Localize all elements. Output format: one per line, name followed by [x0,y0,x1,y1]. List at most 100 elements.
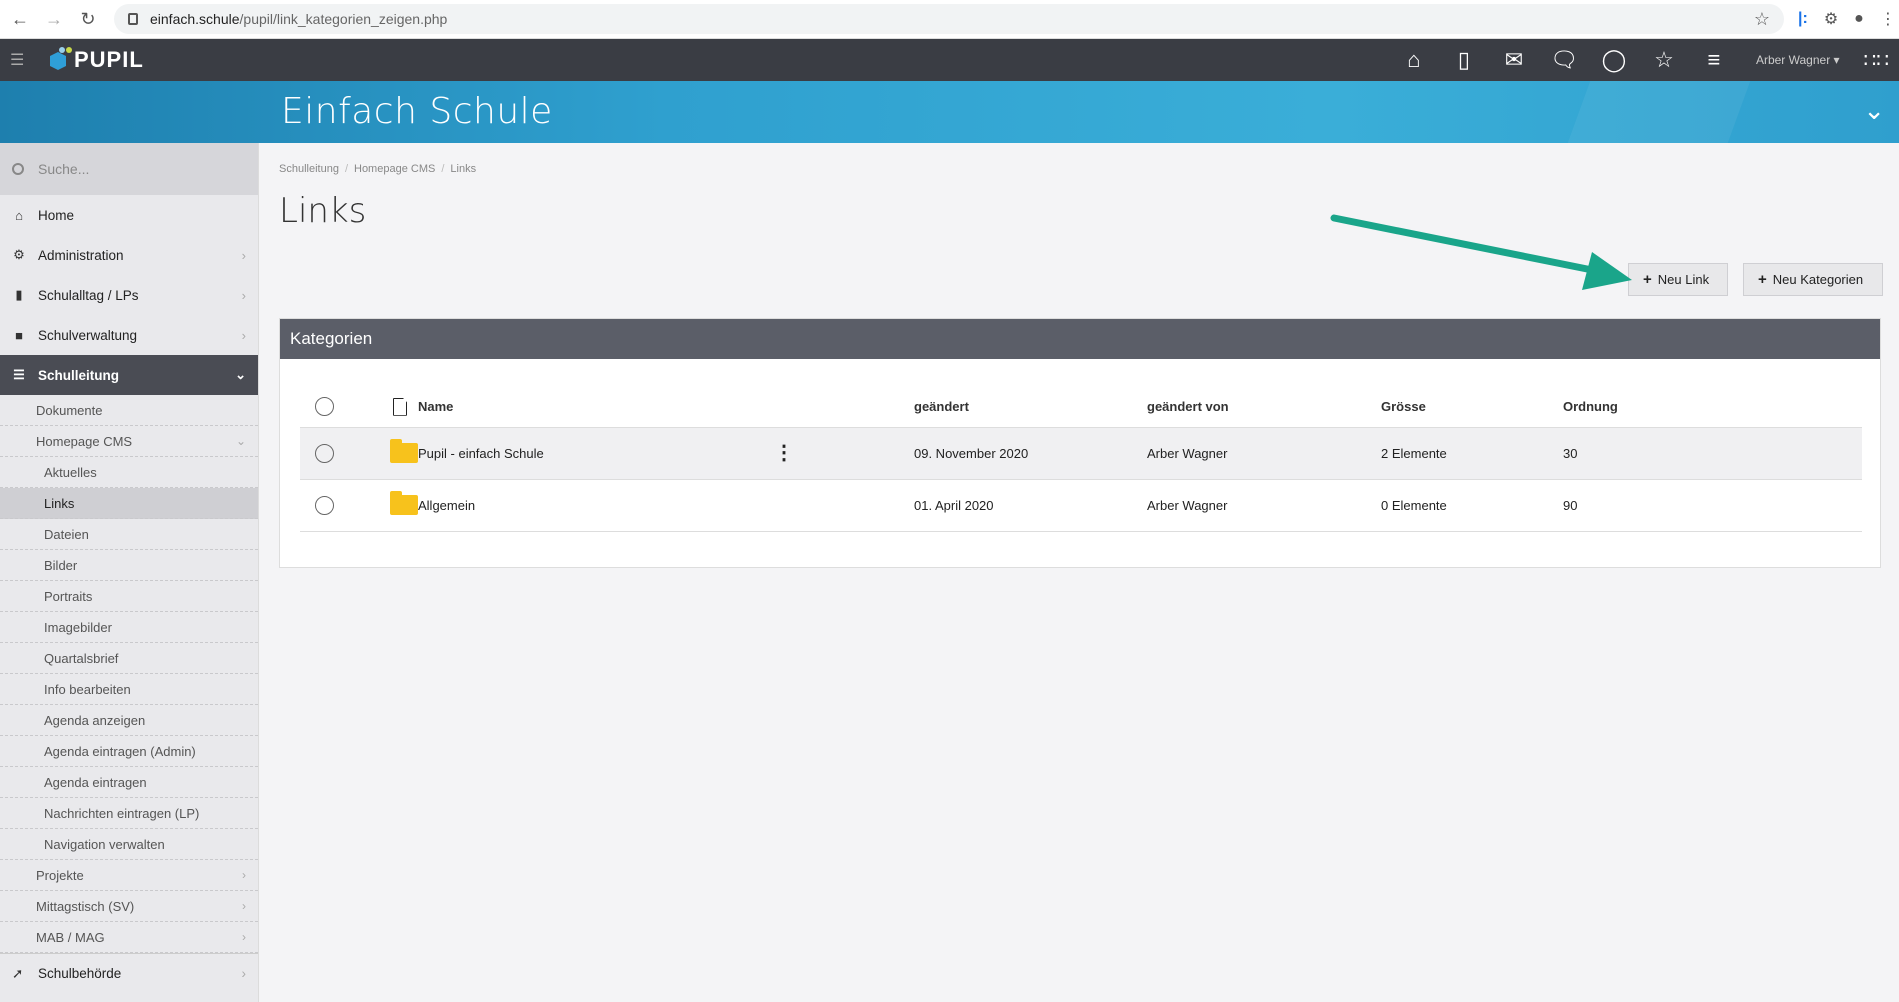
sidebar-cms-label: Portraits [44,588,93,604]
sidebar-cms-label: Dateien [44,526,89,542]
sidebar-cms-navigation[interactable]: Navigation verwalten [0,829,258,860]
cogs-icon: ⚙ [13,247,25,262]
puzzle-icon[interactable]: ⚙ [1824,9,1838,29]
forward-icon[interactable]: → [40,5,68,33]
annotation-arrow [1330,214,1632,290]
sidebar-cms-quartalsbrief[interactable]: Quartalsbrief [0,643,258,674]
sidebar-cms-imagebilder[interactable]: Imagebilder [0,612,258,643]
sidebar-cms-agenda-anzeigen[interactable]: Agenda anzeigen [0,705,258,736]
sidebar-item-label: Home [38,207,75,223]
select-all-radio[interactable] [315,397,334,417]
sidebar-subitem-label: Dokumente [36,402,103,418]
chevron-down-icon[interactable]: ⌄ [1863,95,1885,126]
url-host: einfach.schule [150,11,240,27]
search-icon [12,163,24,175]
new-category-button[interactable]: + Neu Kategorien [1743,263,1883,296]
sidebar-item-home[interactable]: ⌂ Home [0,195,258,235]
sidebar-subitem-label: Mittagstisch (SV) [36,898,135,914]
sidebar-item-schulverwaltung[interactable]: ■ Schulverwaltung › [0,315,258,355]
search-input[interactable]: Suche... [38,161,89,177]
sidebar-item-schulalltag[interactable]: ▮ Schulalltag / LPs › [0,275,258,315]
column-header-order[interactable]: Ordnung [1563,387,1862,428]
column-header-changed-by[interactable]: geändert von [1147,387,1381,428]
more-vertical-icon[interactable]: ⋮ [774,443,794,463]
address-bar[interactable]: einfach.schule/pupil/link_kategorien_zei… [114,4,1784,34]
logo-hex-icon [50,47,72,70]
profile-icon[interactable]: ● [1854,10,1864,28]
sidebar-cms-label: Nachrichten eintragen (LP) [44,805,200,821]
sidebar-subitem-mittagstisch[interactable]: Mittagstisch (SV) › [0,891,258,922]
sidebar-cms-portraits[interactable]: Portraits [0,581,258,612]
chevron-right-icon: › [241,327,246,343]
breadcrumb-item[interactable]: Schulleitung [279,163,339,175]
hamburger-icon[interactable]: ☰ [10,50,30,70]
extension-icon[interactable]: |: [1798,10,1808,28]
sidebar-item-label: Administration [38,247,124,263]
home-icon[interactable]: ⌂ [1400,47,1428,73]
chevron-down-icon: ⌄ [235,434,246,448]
table-row[interactable]: Allgemein 01. April 2020 Arber Wagner 0 … [300,479,1862,532]
categories-panel: Kategorien Name geändert geändert von Gr… [279,318,1881,568]
outlook-icon[interactable]: ✉ [1500,47,1528,73]
row-radio[interactable] [315,495,334,515]
sidebar-cms-links[interactable]: Links [0,488,258,519]
chevron-down-icon: ⌄ [235,367,246,382]
bookmark-icon: ▮ [15,287,23,302]
folder-open-icon: ■ [15,327,23,343]
breadcrumb: Schulleitung / Homepage CMS / Links [279,163,477,175]
pupil-logo[interactable]: PUPIL [48,46,144,74]
sidebar-item-label: Schulleitung [38,367,119,383]
row-radio[interactable] [315,443,334,463]
office-icon[interactable]: ▯ [1450,47,1478,73]
sidebar-cms-bilder[interactable]: Bilder [0,550,258,581]
breadcrumb-item: Links [450,163,477,175]
star-icon[interactable]: ☆ [1650,47,1678,73]
sidebar-item-label: Schulalltag / LPs [38,287,139,303]
column-header-name[interactable]: Name [418,387,914,428]
row-size: 2 Elemente [1381,427,1563,480]
row-name[interactable]: Pupil - einfach Schule [418,446,544,461]
column-header-size[interactable]: Grösse [1381,387,1563,428]
categories-table: Name geändert geändert von Grösse Ordnun… [300,387,1862,532]
user-menu[interactable]: Arber Wagner ▾ [1756,53,1840,67]
sidebar-cms-info[interactable]: Info bearbeiten [0,674,258,705]
new-category-label: Neu Kategorien [1772,272,1864,287]
sidebar-cms-label: Agenda eintragen (Admin) [44,743,196,759]
sliders-icon[interactable]: ≡ [1700,47,1728,73]
sidebar-cms-dateien[interactable]: Dateien [0,519,258,550]
reload-icon[interactable]: ↻ [74,5,102,33]
plus-icon: + [1758,271,1767,288]
sidebar-item-schulleitung[interactable]: ☰ Schulleitung ⌄ [0,355,258,395]
sidebar-subitem-dokumente[interactable]: Dokumente [0,395,258,426]
sidebar-cms-aktuelles[interactable]: Aktuelles [0,457,258,488]
signpost-icon: ☰ [13,367,25,382]
sidebar-search[interactable]: Suche... [0,143,258,195]
sidebar-cms-label: Quartalsbrief [44,650,119,666]
lightbulb-icon[interactable]: ◯ [1600,47,1628,73]
sidebar-cms-agenda-admin[interactable]: Agenda eintragen (Admin) [0,736,258,767]
table-row[interactable]: Pupil - einfach Schule ⋮ 09. November 20… [300,427,1862,480]
sidebar-cms-agenda-eintragen[interactable]: Agenda eintragen [0,767,258,798]
row-order: 30 [1563,427,1862,480]
breadcrumb-item[interactable]: Homepage CMS [354,163,435,175]
row-changed: 01. April 2020 [914,479,1147,532]
sidebar-cms-label: Imagebilder [44,619,112,635]
chevron-right-icon: › [241,247,246,263]
sidebar-subitem-projekte[interactable]: Projekte › [0,860,258,891]
sidebar-subitem-homepage-cms[interactable]: Homepage CMS ⌄ [0,426,258,457]
chevron-right-icon: › [241,287,246,303]
sidebar-subitem-mab[interactable]: MAB / MAG › [0,922,258,953]
column-header-changed[interactable]: geändert [914,387,1147,428]
sidebar-item-administration[interactable]: ⚙ Administration › [0,235,258,275]
sidebar-cms-label: Bilder [44,557,78,573]
folder-icon [390,439,418,463]
back-icon[interactable]: ← [6,5,34,33]
sidebar-item-schulbehoerde[interactable]: ➚ Schulbehörde › [0,953,258,993]
sidebar-cms-label: Links [44,495,75,511]
apps-grid-icon[interactable]: ∷∷ [1864,48,1889,73]
row-name[interactable]: Allgemein [418,479,914,532]
bookmark-star-icon[interactable]: ☆ [1754,9,1770,30]
browser-menu-icon[interactable]: ⋮ [1880,9,1896,29]
chat-icon[interactable]: 🗨 [1550,47,1578,73]
sidebar-cms-nachrichten[interactable]: Nachrichten eintragen (LP) [0,798,258,829]
